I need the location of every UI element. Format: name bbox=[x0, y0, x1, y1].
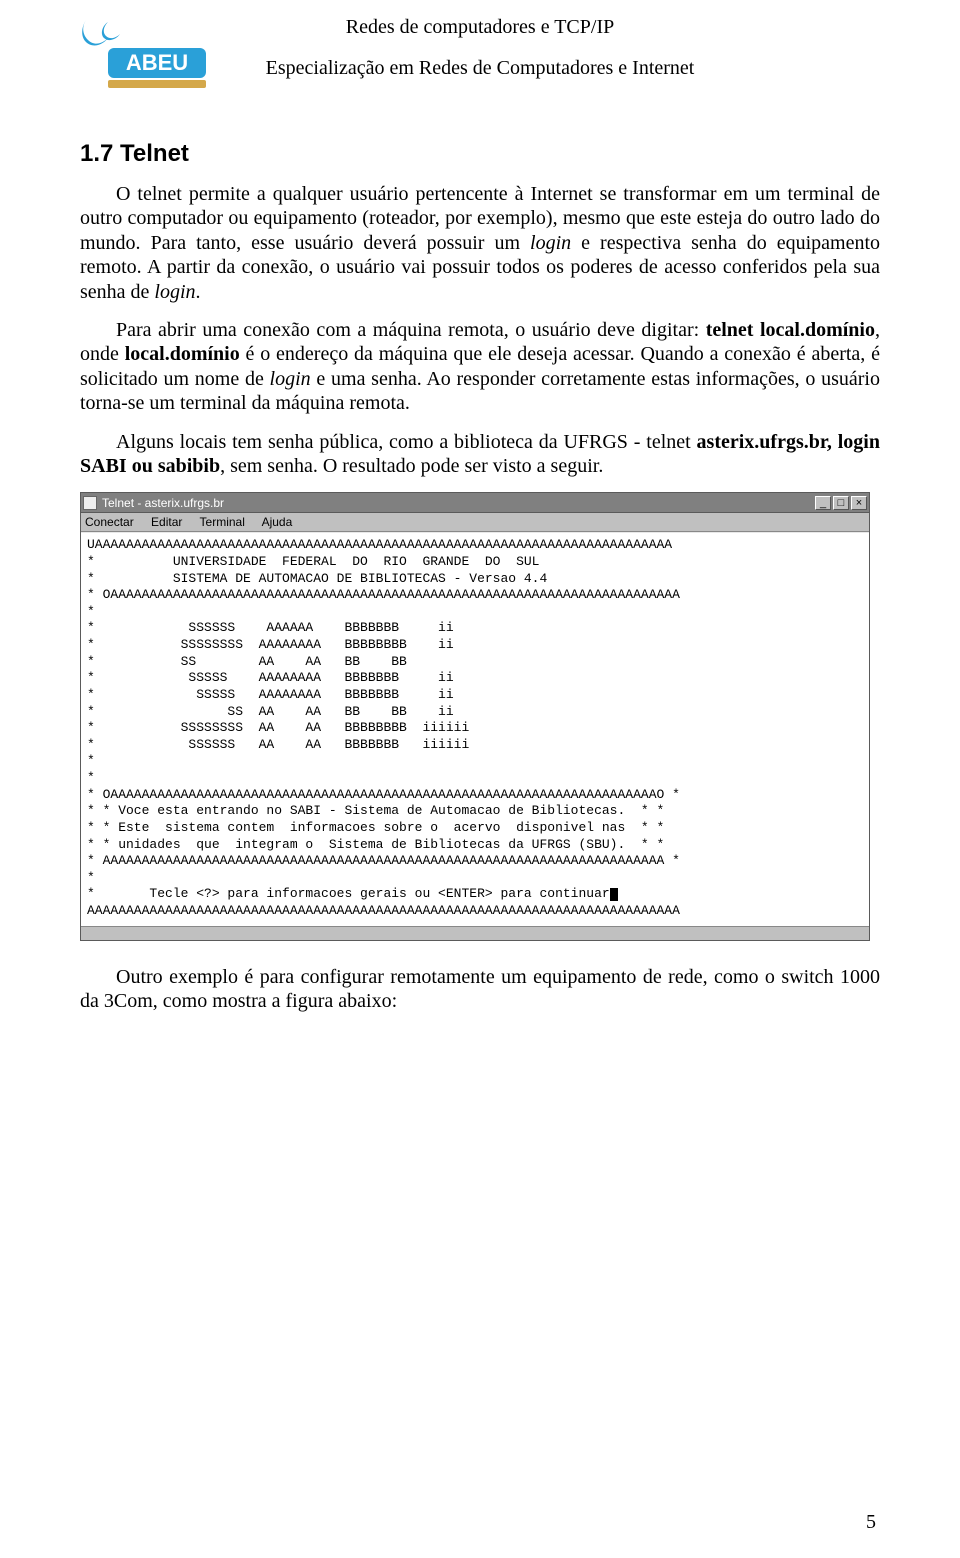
term-line: * SS AA AA BB BB bbox=[87, 654, 407, 669]
term-line: * SSSSS AAAAAAAA BBBBBBB ii bbox=[87, 670, 454, 685]
p2-text-a: Para abrir uma conexão com a máquina rem… bbox=[116, 319, 706, 341]
window-menubar: Conectar Editar Terminal Ajuda bbox=[81, 513, 869, 532]
p2-bold-1: telnet local.domínio bbox=[706, 319, 875, 341]
term-line: * SSSSS AAAAAAAA BBBBBBB ii bbox=[87, 687, 454, 702]
term-line: * OAAAAAAAAAAAAAAAAAAAAAAAAAAAAAAAAAAAAA… bbox=[87, 587, 680, 602]
close-button[interactable]: × bbox=[851, 496, 867, 510]
p3-text-c: , sem senha. O resultado pode ser visto … bbox=[220, 455, 603, 477]
maximize-button[interactable]: □ bbox=[833, 496, 849, 510]
term-line: * * unidades que integram o Sistema de B… bbox=[87, 837, 664, 852]
p3-text-a: Alguns locais tem senha pública, como a … bbox=[116, 431, 697, 453]
term-line: * SSSSSSSS AA AA BBBBBBBB iiiiii bbox=[87, 720, 469, 735]
paragraph-2: Para abrir uma conexão com a máquina rem… bbox=[80, 318, 880, 416]
telnet-window: Telnet - asterix.ufrgs.br _ □ × Conectar… bbox=[80, 492, 870, 940]
window-statusbar bbox=[81, 926, 869, 940]
p1-login-1: login bbox=[530, 232, 571, 254]
p2-bold-2: local.domínio bbox=[125, 343, 240, 365]
page-header: ABEU Redes de computadores e TCP/IP Espe… bbox=[80, 16, 880, 116]
menu-ajuda[interactable]: Ajuda bbox=[262, 515, 293, 529]
term-line: * SSSSSS AA AA BBBBBBB iiiiii bbox=[87, 737, 469, 752]
menu-editar[interactable]: Editar bbox=[151, 515, 182, 529]
term-line: * OAAAAAAAAAAAAAAAAAAAAAAAAAAAAAAAAAAAAA… bbox=[87, 787, 680, 802]
term-line: * SSSSSSSS AAAAAAAA BBBBBBBB ii bbox=[87, 637, 454, 652]
menu-terminal[interactable]: Terminal bbox=[200, 515, 245, 529]
minimize-button[interactable]: _ bbox=[815, 496, 831, 510]
paragraph-1: O telnet permite a qualquer usuário pert… bbox=[80, 182, 880, 304]
term-line: AAAAAAAAAAAAAAAAAAAAAAAAAAAAAAAAAAAAAAAA… bbox=[87, 903, 680, 918]
close-icon: × bbox=[856, 498, 862, 508]
minimize-icon: _ bbox=[820, 498, 826, 508]
maximize-icon: □ bbox=[838, 498, 845, 508]
logo-text: ABEU bbox=[126, 50, 188, 75]
term-line: * Tecle <?> para informacoes gerais ou <… bbox=[87, 886, 610, 901]
app-icon bbox=[83, 496, 97, 510]
term-line: * SS AA AA BB BB ii bbox=[87, 704, 454, 719]
term-line: * UNIVERSIDADE FEDERAL DO RIO GRANDE DO … bbox=[87, 554, 539, 569]
term-line: * AAAAAAAAAAAAAAAAAAAAAAAAAAAAAAAAAAAAAA… bbox=[87, 853, 680, 868]
p1-text-c: . bbox=[196, 281, 201, 303]
p1-login-2: login bbox=[154, 281, 195, 303]
paragraph-3: Alguns locais tem senha pública, como a … bbox=[80, 430, 880, 479]
menu-conectar[interactable]: Conectar bbox=[85, 515, 134, 529]
window-titlebar[interactable]: Telnet - asterix.ufrgs.br _ □ × bbox=[81, 493, 869, 513]
p2-login: login bbox=[270, 368, 311, 390]
terminal-output[interactable]: UAAAAAAAAAAAAAAAAAAAAAAAAAAAAAAAAAAAAAAA… bbox=[81, 532, 869, 925]
term-line: UAAAAAAAAAAAAAAAAAAAAAAAAAAAAAAAAAAAAAAA… bbox=[87, 537, 672, 552]
term-line: * * Voce esta entrando no SABI - Sistema… bbox=[87, 803, 664, 818]
term-line: * SISTEMA DE AUTOMACAO DE BIBLIOTECAS - … bbox=[87, 571, 547, 586]
terminal-cursor bbox=[610, 888, 618, 901]
paragraph-4: Outro exemplo é para configurar remotame… bbox=[80, 965, 880, 1014]
term-line: * SSSSSS AAAAAA BBBBBBB ii bbox=[87, 620, 454, 635]
section-heading: 1.7 Telnet bbox=[80, 140, 880, 168]
term-line: * * Este sistema contem informacoes sobr… bbox=[87, 820, 664, 835]
window-title: Telnet - asterix.ufrgs.br bbox=[102, 496, 813, 510]
page-number: 5 bbox=[866, 1511, 876, 1534]
abeu-logo: ABEU bbox=[80, 18, 210, 98]
